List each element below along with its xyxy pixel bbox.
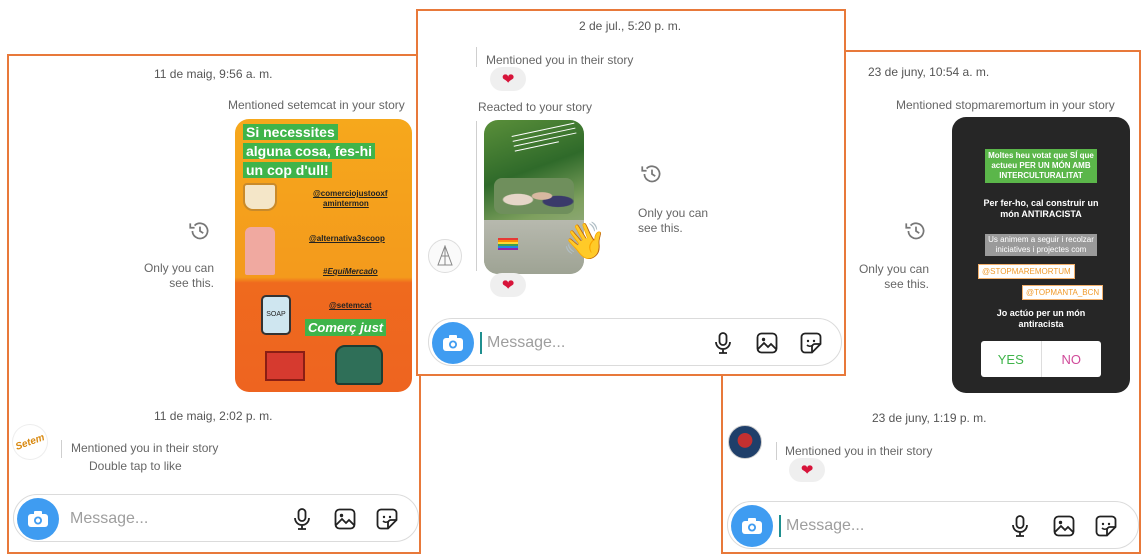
poll-sticker: YES NO xyxy=(981,341,1101,377)
timestamp: 23 de juny, 1:19 p. m. xyxy=(872,411,987,425)
timestamp: 11 de maig, 9:56 a. m. xyxy=(154,67,273,81)
message-composer: Message... xyxy=(428,318,842,366)
avatar[interactable]: Setem xyxy=(9,418,54,466)
story-preview[interactable]: Si necessites alguna cosa, fes-hi un cop… xyxy=(235,119,412,392)
heart-reaction[interactable]: ❤ xyxy=(490,67,526,91)
mention-you-label: Mentioned you in their story xyxy=(486,53,634,67)
story-highlight-text: Us animem a seguir i recolzar iniciatives… xyxy=(985,234,1097,256)
story-text: Per fer-ho, cal construir un món ANTIRACI… xyxy=(983,198,1099,219)
story-mention-tag: @STOPMAREMORTUM xyxy=(978,264,1075,279)
logo-icon xyxy=(437,245,453,266)
mention-you-label: Mentioned you in their story xyxy=(785,444,933,458)
gallery-icon[interactable] xyxy=(755,331,779,355)
mention-label: Mentioned stopmaremortum in your story xyxy=(896,98,1115,112)
only-you-note: Only you can see this. xyxy=(638,206,709,235)
jacket-sticker xyxy=(335,345,383,385)
history-icon xyxy=(905,222,925,240)
timestamp: 11 de maig, 2:02 p. m. xyxy=(154,409,273,423)
story-tag: @setemcat xyxy=(329,301,372,310)
heart-reaction[interactable]: ❤ xyxy=(490,273,526,297)
soap-sticker: SOAP xyxy=(261,295,291,335)
dm-thread-panel-reaction: 2 de jul., 5:20 p. m. Mentioned you in t… xyxy=(416,9,846,376)
reply-bar xyxy=(476,121,477,271)
message-input[interactable]: Message... xyxy=(70,510,148,528)
dm-thread-panel-setemcat: 11 de maig, 9:56 a. m. Mentioned setemca… xyxy=(7,54,421,554)
pride-flag-sticker xyxy=(498,238,518,250)
story-tag: amintermon xyxy=(323,199,369,208)
waving-hand-icon: 👋 xyxy=(562,220,607,261)
history-icon xyxy=(189,222,209,240)
message-input[interactable]: Message... xyxy=(487,334,565,352)
message-composer: Message... xyxy=(727,501,1139,549)
sticker-icon[interactable] xyxy=(799,331,823,355)
gallery-icon[interactable] xyxy=(333,507,357,531)
heart-reaction[interactable]: ❤ xyxy=(789,458,825,482)
text-cursor xyxy=(779,515,781,537)
gallery-icon[interactable] xyxy=(1052,514,1076,538)
story-headline: Si necessites alguna cosa, fes-hi un cop… xyxy=(243,123,408,180)
people-group xyxy=(494,178,574,214)
camera-button[interactable] xyxy=(17,498,59,540)
story-caption-scribble xyxy=(511,120,581,168)
story-tag: @comerciojustooxf xyxy=(313,189,388,198)
tanktop-sticker xyxy=(245,227,275,275)
story-tag: #EquiMercado xyxy=(323,267,378,276)
story-highlight-text: Moltes heu votat que SÍ que actueu PER UN… xyxy=(985,149,1097,183)
poll-yes-option[interactable]: YES xyxy=(981,341,1042,377)
story-tag: @alternativa3scoop xyxy=(309,234,385,243)
box-sticker xyxy=(265,351,305,381)
avatar[interactable] xyxy=(728,425,762,459)
microphone-icon[interactable] xyxy=(290,507,314,531)
only-you-note: Only you can see this. xyxy=(143,261,214,290)
sticker-icon[interactable] xyxy=(375,507,399,531)
microphone-icon[interactable] xyxy=(1008,514,1032,538)
story-preview[interactable]: Moltes heu votat que SÍ que actueu PER UN… xyxy=(952,117,1130,393)
double-tap-hint: Double tap to like xyxy=(89,459,182,473)
reacted-label: Reacted to your story xyxy=(478,100,593,114)
history-icon xyxy=(641,165,661,183)
microphone-icon[interactable] xyxy=(711,331,735,355)
camera-icon xyxy=(443,335,463,351)
story-label: Comerç just xyxy=(305,319,387,336)
message-composer: Message... xyxy=(13,494,419,542)
mug-sticker xyxy=(243,183,277,211)
timestamp: 23 de juny, 10:54 a. m. xyxy=(868,65,990,79)
only-you-note: Only you can see this. xyxy=(858,262,929,291)
mention-label: Mentioned setemcat in your story xyxy=(228,98,405,112)
story-mention-tag: @TOPMANTA_BCN xyxy=(1022,285,1104,300)
reply-bar xyxy=(476,47,477,67)
camera-icon xyxy=(28,511,48,527)
reply-bar xyxy=(61,440,62,458)
camera-button[interactable] xyxy=(432,322,474,364)
camera-button[interactable] xyxy=(731,505,773,547)
story-question: Jo actúo per un món antiracista xyxy=(996,308,1086,329)
poll-no-option[interactable]: NO xyxy=(1042,341,1102,377)
timestamp: 2 de jul., 5:20 p. m. xyxy=(579,19,682,33)
heart-icon: ❤ xyxy=(501,71,515,88)
heart-icon: ❤ xyxy=(800,462,814,479)
camera-icon xyxy=(742,518,762,534)
text-cursor xyxy=(480,332,482,354)
mention-you-label: Mentioned you in their story xyxy=(71,441,219,455)
sticker-icon[interactable] xyxy=(1094,514,1118,538)
message-input[interactable]: Message... xyxy=(786,517,864,535)
reply-bar xyxy=(776,442,777,460)
avatar[interactable] xyxy=(428,239,462,273)
heart-icon: ❤ xyxy=(501,277,515,294)
